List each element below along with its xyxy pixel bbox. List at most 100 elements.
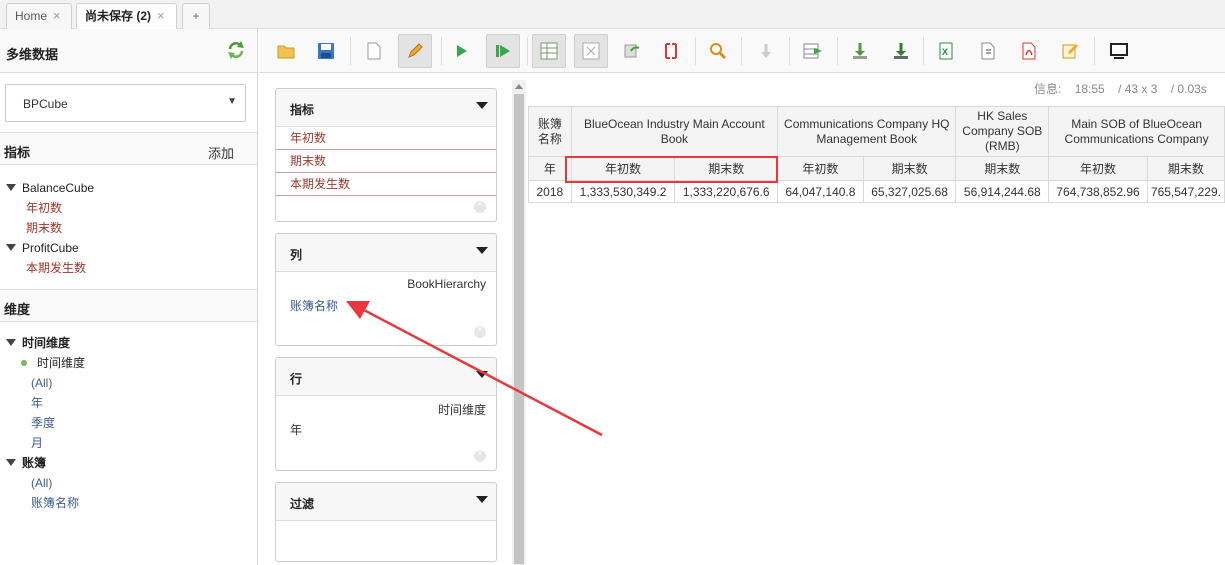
non-empty-button[interactable]	[574, 34, 608, 68]
close-icon[interactable]: ×	[53, 4, 61, 28]
cube-select[interactable]: BPCube ▼	[5, 84, 246, 122]
level-chip[interactable]: 账簿名称	[290, 297, 338, 314]
column-header[interactable]: Communications Company HQ Management Boo…	[777, 106, 957, 157]
new-document-button[interactable]	[357, 34, 391, 68]
hide-parents-button[interactable]	[532, 34, 566, 68]
drop-zone-header: 指标	[276, 89, 496, 127]
download-icon	[853, 43, 867, 59]
fast-forward-icon	[496, 45, 510, 57]
drill-through-button[interactable]	[749, 34, 783, 68]
drop-zone-title: 行	[290, 372, 303, 386]
download-all-button[interactable]	[884, 34, 918, 68]
corner-header: 账簿名称	[528, 106, 572, 157]
save-button[interactable]	[309, 34, 343, 68]
arrow-shaft	[361, 307, 603, 437]
hierarchy-dot-icon	[21, 360, 27, 366]
info-label: 信息:	[1034, 82, 1062, 96]
add-tab-button[interactable]: +	[182, 3, 210, 29]
refresh-icon[interactable]	[226, 40, 246, 60]
caret-down-icon[interactable]	[476, 102, 488, 109]
add-measure-button[interactable]: 添加	[208, 143, 234, 162]
export-excel-button[interactable]: X	[929, 34, 963, 68]
run-button[interactable]	[445, 34, 479, 68]
tree-measure[interactable]: 本期发生数	[26, 260, 86, 276]
clear-icon[interactable]	[474, 448, 486, 462]
tree-node-cube[interactable]: BalanceCube	[6, 180, 94, 196]
cube-select-value: BPCube	[23, 97, 68, 111]
table-row: 2018 1,333,530,349.2 1,333,220,676.6 64,…	[528, 180, 1225, 203]
tree-level[interactable]: 季度	[31, 415, 55, 431]
swap-axes-button[interactable]	[615, 34, 649, 68]
tree-node-cube[interactable]: ProfitCube	[6, 240, 79, 256]
pdf-icon	[1022, 42, 1036, 60]
filter-drop-zone[interactable]: 过滤	[275, 482, 497, 562]
drop-zone-header: 列	[276, 234, 496, 272]
column-header[interactable]: HK Sales Company SOB (RMB)	[955, 106, 1050, 157]
download-all-icon	[894, 43, 908, 59]
measure-header[interactable]: 期末数	[862, 156, 957, 181]
tab-unsaved[interactable]: 尚未保存 (2) ×	[76, 3, 177, 30]
expand-triangle-icon[interactable]	[6, 244, 16, 251]
download-button[interactable]	[843, 34, 877, 68]
close-icon[interactable]: ×	[157, 4, 165, 28]
auto-run-button[interactable]	[486, 34, 520, 68]
measure-chip[interactable]: 本期发生数	[276, 173, 496, 196]
expand-triangle-icon[interactable]	[6, 459, 16, 466]
measure-header[interactable]: 期末数	[1146, 156, 1225, 181]
tab-label: 尚未保存 (2)	[85, 9, 152, 23]
clear-icon[interactable]	[474, 199, 486, 213]
result-table: 账簿名称 BlueOcean Industry Main Account Boo…	[528, 106, 1225, 203]
table-cell: 56,914,244.68	[955, 180, 1050, 203]
dimensions-section-header: 维度	[0, 289, 257, 322]
row-header[interactable]: 2018	[528, 180, 572, 203]
tree-measure[interactable]: 期末数	[26, 220, 62, 236]
tree-node-dimension[interactable]: 时间维度	[6, 335, 70, 351]
drop-zone-header: 过滤	[276, 483, 496, 521]
cube-browser-panel: 多维数据 BPCube ▼ 指标 添加 BalanceCube 年初数 期末数 …	[0, 29, 258, 565]
toolbar: X	[259, 29, 1225, 73]
tree-level[interactable]: (All)	[31, 375, 52, 391]
tree-level[interactable]: (All)	[31, 475, 52, 491]
measure-header[interactable]: 年初数	[777, 156, 864, 181]
drill-button[interactable]	[654, 34, 688, 68]
table-header-row: 账簿名称 BlueOcean Industry Main Account Boo…	[528, 106, 1225, 157]
svg-text:X: X	[942, 47, 948, 57]
export-pdf-button[interactable]	[1012, 34, 1046, 68]
export-table-button[interactable]	[796, 34, 830, 68]
tree-level[interactable]: 年	[31, 395, 43, 411]
column-header[interactable]: BlueOcean Industry Main Account Book	[570, 106, 779, 157]
caret-down-icon[interactable]	[476, 496, 488, 503]
tree-node-dimension[interactable]: 账簿	[6, 455, 46, 471]
search-button[interactable]	[701, 34, 735, 68]
monitor-icon	[1110, 43, 1128, 59]
open-folder-button[interactable]	[269, 34, 303, 68]
tab-bar: Home × 尚未保存 (2) × +	[0, 0, 1225, 30]
caret-down-icon[interactable]	[476, 247, 488, 254]
measures-drop-zone[interactable]: 指标 年初数 期末数 本期发生数	[275, 88, 497, 222]
tree-level[interactable]: 月	[31, 435, 43, 451]
edit-query-button[interactable]	[1053, 34, 1087, 68]
measure-chip[interactable]: 年初数	[276, 127, 496, 150]
tab-home[interactable]: Home ×	[6, 3, 72, 29]
measures-section-header: 指标 添加	[0, 132, 257, 165]
expand-triangle-icon[interactable]	[6, 339, 16, 346]
swap-icon	[624, 44, 640, 58]
presentation-mode-button[interactable]	[1102, 34, 1136, 68]
measure-header[interactable]: 年初数	[1048, 156, 1148, 181]
tree-measure[interactable]: 年初数	[26, 200, 62, 216]
expand-triangle-icon[interactable]	[6, 184, 16, 191]
table-layout-icon	[540, 42, 558, 60]
level-chip[interactable]: 年	[290, 421, 302, 438]
edit-button[interactable]	[398, 34, 432, 68]
tab-label: Home	[15, 9, 48, 23]
pencil-icon	[408, 43, 423, 58]
play-icon	[457, 45, 467, 57]
tree-hierarchy[interactable]: 时间维度	[21, 355, 85, 371]
table-cell: 764,738,852.96	[1048, 180, 1148, 203]
tree-level[interactable]: 账簿名称	[31, 495, 79, 511]
export-csv-button[interactable]	[971, 34, 1005, 68]
measure-chip[interactable]: 期末数	[276, 150, 496, 173]
measure-header[interactable]: 期末数	[955, 156, 1050, 181]
column-header[interactable]: Main SOB of BlueOcean Communications Com…	[1048, 106, 1225, 157]
scroll-up-icon[interactable]	[515, 84, 523, 89]
